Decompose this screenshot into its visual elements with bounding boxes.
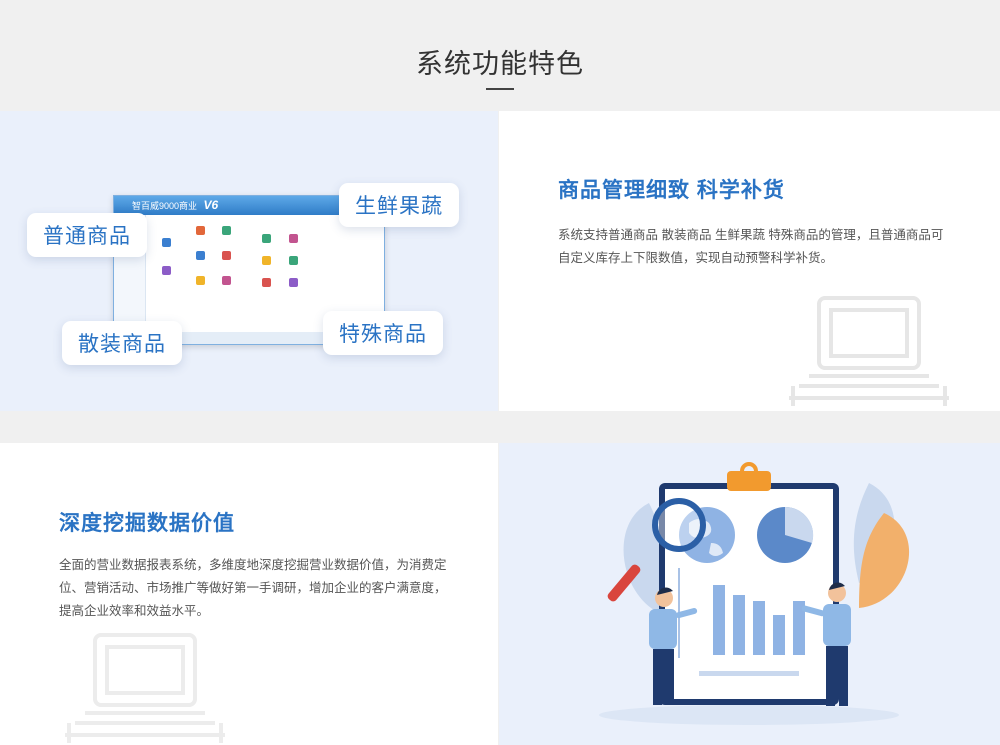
tag-ordinary-goods: 普通商品 bbox=[27, 213, 147, 257]
pie-chart-icon bbox=[757, 506, 814, 563]
feature2-image-panel bbox=[499, 443, 1000, 745]
title-underline bbox=[486, 88, 514, 90]
feature1-image-panel: 智百威9000商业 V6 普通商品 生鲜果蔬 散装商品 特殊商品 bbox=[0, 111, 498, 411]
feature1-description: 系统支持普通商品 散装商品 生鲜果蔬 特殊商品的管理，且普通商品可 自定义库存上… bbox=[558, 228, 944, 265]
software-brand: 智百威9000商业 bbox=[132, 201, 198, 211]
feature1-text-panel: 商品管理细致 科学补货 系统支持普通商品 散装商品 生鲜果蔬 特殊商品的管理，且… bbox=[499, 111, 1000, 411]
page-title: 系统功能特色 bbox=[416, 49, 584, 79]
computer-outline-icon bbox=[789, 296, 949, 406]
feature2-text-panel: 深度挖掘数据价值 全面的营业数据报表系统，多维度地深度挖掘营业数据价值，为消费定… bbox=[0, 443, 498, 745]
tag-fresh-produce: 生鲜果蔬 bbox=[339, 183, 459, 227]
feature2-title: 深度挖掘数据价值 bbox=[59, 512, 235, 535]
tag-bulk-goods: 散装商品 bbox=[62, 321, 182, 365]
tag-special-goods: 特殊商品 bbox=[323, 311, 443, 355]
data-analysis-illustration bbox=[599, 462, 910, 725]
software-version: V6 bbox=[203, 198, 219, 212]
feature2-description: 全面的营业数据报表系统，多维度地深度挖掘营业数据价值，为消费定 位、营销活动、市… bbox=[59, 558, 447, 618]
feature1-title: 商品管理细致 科学补货 bbox=[558, 179, 785, 202]
computer-outline-icon bbox=[65, 633, 225, 743]
